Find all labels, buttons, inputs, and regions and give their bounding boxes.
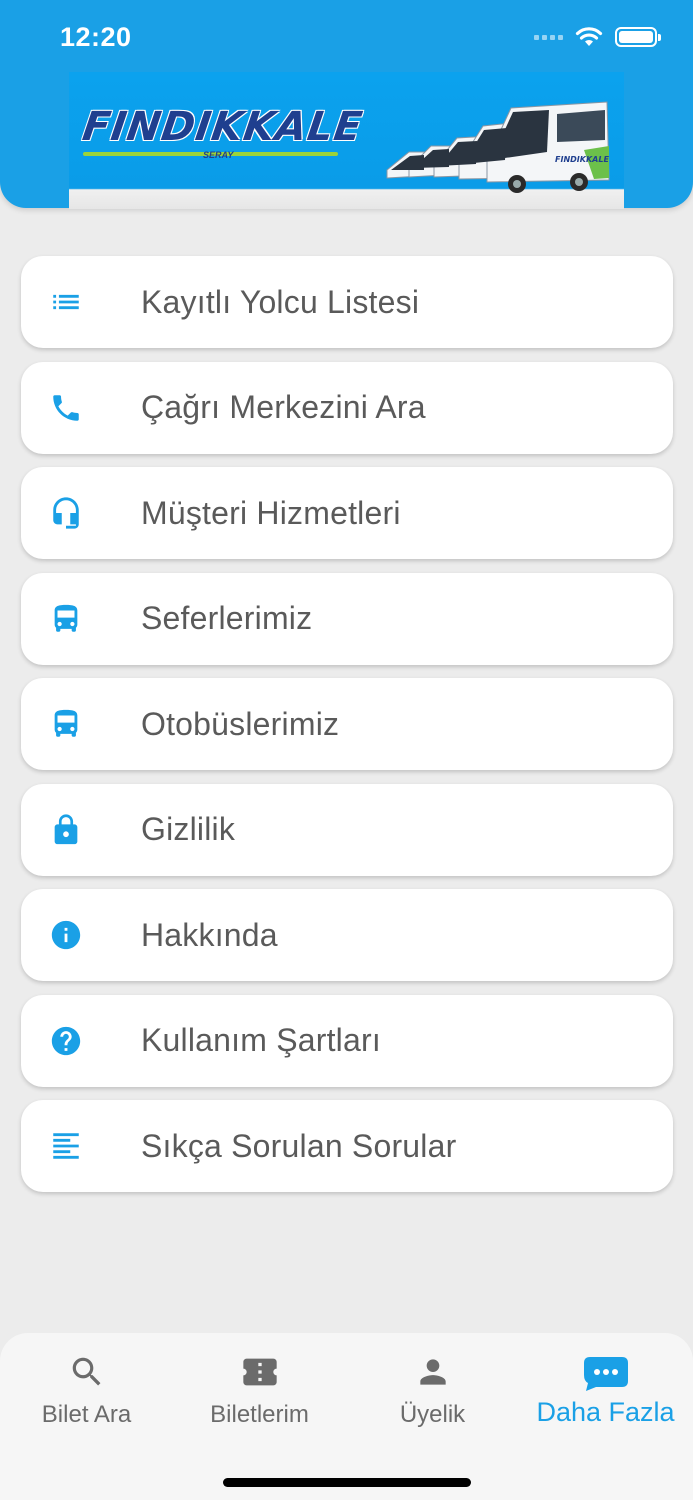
tab-more[interactable]: Daha Fazla — [519, 1353, 692, 1428]
menu-item-label: Hakkında — [141, 916, 278, 953]
menu-item-terms-of-use[interactable]: Kullanım Şartları — [21, 994, 673, 1087]
menu-item-label: Otobüslerimiz — [141, 705, 340, 742]
wifi-icon — [575, 27, 603, 46]
bus-icon — [54, 604, 78, 632]
home-indicator[interactable] — [223, 1478, 471, 1487]
tab-my-tickets[interactable]: Biletlerim — [173, 1353, 346, 1429]
tab-label: Daha Fazla — [536, 1397, 675, 1427]
more-chat-icon — [583, 1357, 628, 1391]
status-time: 12:20 — [60, 22, 132, 52]
tab-label: Bilet Ara — [41, 1401, 132, 1428]
menu-item-label: Gizlilik — [141, 811, 236, 847]
phone-icon — [53, 394, 79, 421]
bus-sign-text: FINDIKKALE — [555, 155, 609, 164]
tab-label: Biletlerim — [210, 1401, 309, 1428]
app-header: 12:20 FINDIKKALE SERAY FINDIKKALE — [0, 0, 693, 209]
more-menu-list: Kayıtlı Yolcu Listesi Çağrı Merkezini Ar… — [21, 256, 673, 1206]
ticket-icon — [242, 1358, 277, 1386]
menu-item-label: Sıkça Sorulan Sorular — [141, 1127, 457, 1164]
person-icon — [419, 1359, 446, 1385]
help-icon — [51, 1026, 81, 1055]
menu-item-customer-service[interactable]: Müşteri Hizmetleri — [21, 467, 673, 559]
headset-icon — [53, 497, 79, 529]
tab-search-ticket[interactable]: Bilet Ara — [0, 1353, 173, 1429]
battery-icon — [615, 27, 661, 47]
lock-icon — [54, 813, 78, 844]
menu-item-label: Kayıtlı Yolcu Listesi — [141, 283, 420, 320]
menu-item-label: Çağrı Merkezini Ara — [141, 389, 426, 425]
status-icons — [534, 26, 661, 48]
menu-item-privacy[interactable]: Gizlilik — [21, 783, 673, 876]
list-icon — [53, 294, 79, 310]
brand-banner: FINDIKKALE SERAY FINDIKKALE — [69, 72, 624, 209]
tab-membership[interactable]: Üyelik — [346, 1353, 519, 1429]
bus-fleet-illustration: FINDIKKALE — [386, 101, 610, 193]
bottom-tab-bar: Bilet Ara Biletlerim Üyelik Daha Fazla — [0, 1333, 693, 1500]
menu-item-label: Kullanım Şartları — [141, 1022, 381, 1058]
menu-item-trips[interactable]: Seferlerimiz — [21, 572, 673, 665]
search-icon — [72, 1357, 100, 1386]
menu-item-saved-passengers[interactable]: Kayıtlı Yolcu Listesi — [21, 256, 673, 348]
menu-item-label: Müşteri Hizmetleri — [141, 494, 401, 531]
menu-item-buses[interactable]: Otobüslerimiz — [21, 678, 673, 770]
info-icon — [51, 920, 81, 950]
brand-logo: FINDIKKALE SERAY — [79, 104, 366, 160]
bus-icon — [54, 709, 78, 737]
menu-item-call-center[interactable]: Çağrı Merkezini Ara — [21, 361, 673, 454]
tab-label: Üyelik — [399, 1401, 466, 1428]
text-lines-icon — [53, 1133, 79, 1159]
cellular-signal-icon — [534, 34, 563, 40]
menu-item-about[interactable]: Hakkında — [21, 889, 673, 981]
menu-item-label: Seferlerimiz — [141, 600, 313, 636]
logo-subtext: SERAY — [203, 150, 234, 160]
logo-text: FINDIKKALE — [79, 104, 366, 150]
menu-item-faq[interactable]: Sıkça Sorulan Sorular — [21, 1100, 673, 1192]
